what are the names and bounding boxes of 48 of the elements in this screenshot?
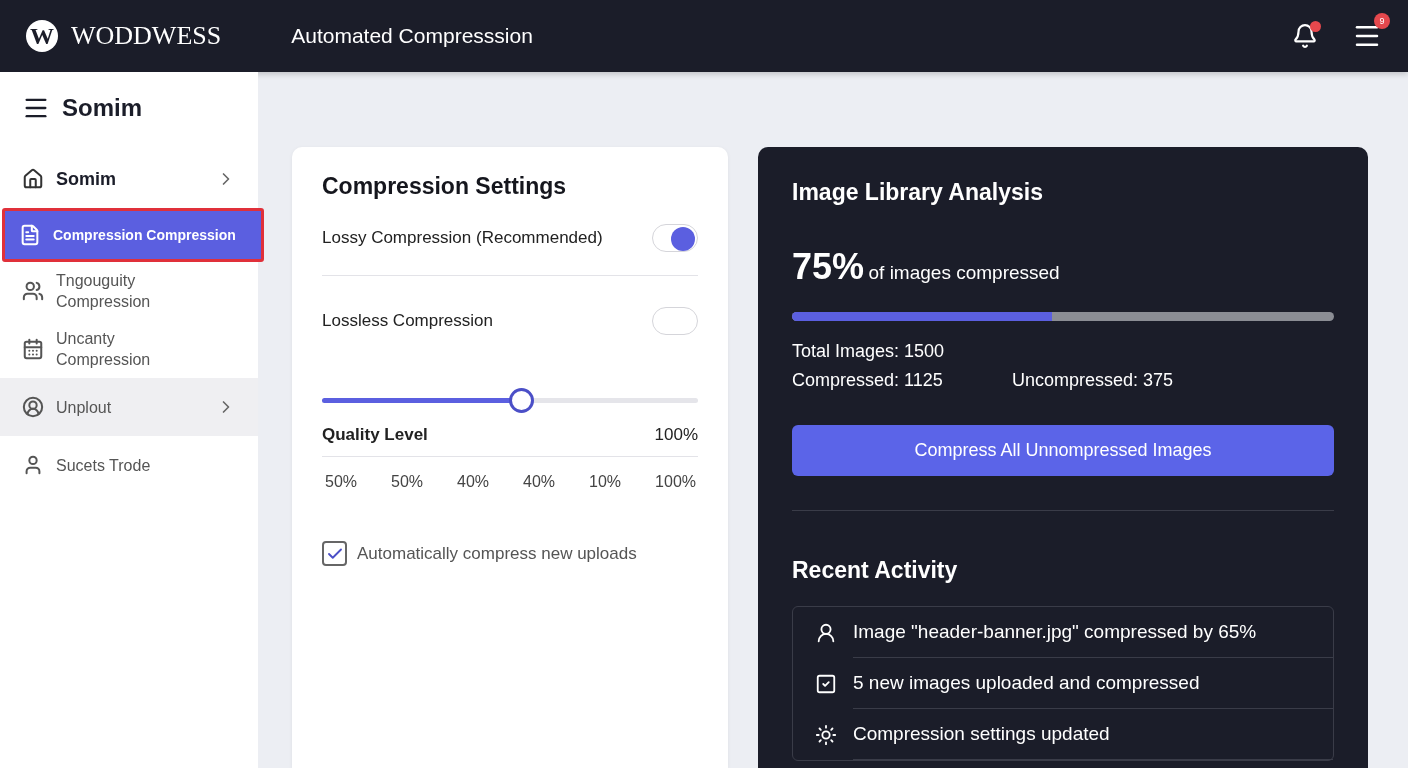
activity-text: Compression settings updated	[853, 709, 1333, 760]
toggle-switch[interactable]	[652, 307, 698, 335]
logo-icon: W	[26, 20, 58, 52]
compressed-stat: Compressed: 1125	[792, 370, 944, 391]
slider-track[interactable]	[322, 388, 698, 413]
sun-icon	[815, 723, 837, 746]
tick-label: 50%	[325, 473, 358, 491]
slider-value: 100%	[654, 424, 698, 445]
sidebar-item[interactable]: Sucets Trode	[0, 436, 258, 494]
toggle-switch[interactable]	[652, 223, 698, 252]
toggle-label: Lossy Compression (Recommended)	[322, 227, 603, 248]
tick-label: 100%	[655, 473, 696, 491]
total-images-stat: Total Images: 1500	[792, 341, 946, 362]
card-title: Image Library Analysis	[792, 179, 1044, 206]
users-icon	[22, 280, 44, 302]
activity-text: Image "header-banner.jpg" compressed by 65%	[853, 607, 1333, 658]
calendar-icon	[22, 338, 44, 360]
brand-name: WODDWESS	[71, 21, 222, 51]
slider-thumb[interactable]	[509, 388, 535, 413]
tick-label: 10%	[589, 473, 622, 491]
checkbox[interactable]	[322, 541, 347, 566]
home-icon	[22, 168, 44, 190]
activity-text: 5 new images uploaded and compressed	[853, 658, 1333, 709]
tick-label: 50%	[391, 473, 424, 491]
sidebar-item[interactable]: Compression Compression	[2, 208, 264, 262]
compress-button[interactable]: Compress All Unnompressed Images	[792, 425, 1334, 476]
sidebar-item[interactable]: Unplout	[0, 378, 258, 436]
person-icon	[22, 396, 44, 418]
uncompressed-stat: Uncompressed: 375	[1012, 370, 1175, 391]
page-title: Automated Compresssion	[291, 24, 534, 48]
notifications-button[interactable]	[1292, 23, 1318, 49]
slider-label: Quality Level	[322, 424, 428, 445]
tick-label: 40%	[457, 473, 490, 491]
card-title: Compression Settings	[322, 173, 568, 200]
tick-label: 40%	[523, 473, 556, 491]
percent-value: 75%	[792, 246, 865, 287]
toggle-label: Lossless Compression	[322, 311, 493, 331]
sidebar-item[interactable]: Somim	[0, 150, 258, 208]
sidebar-item[interactable]: Uncanty Compression	[0, 320, 258, 378]
document-icon	[19, 224, 41, 246]
sidebar-item[interactable]: Tngouguity Compression	[0, 262, 258, 320]
user-icon	[815, 621, 837, 644]
sidebar-title: Somim	[62, 94, 142, 122]
percent-caption: of images compressed	[868, 262, 1060, 283]
section-title: Recent Activity	[792, 557, 959, 584]
notification-count: 9	[1374, 13, 1390, 29]
checkbox-label: Automatically compress new uploads	[357, 543, 637, 564]
checkbox-icon	[815, 672, 837, 695]
